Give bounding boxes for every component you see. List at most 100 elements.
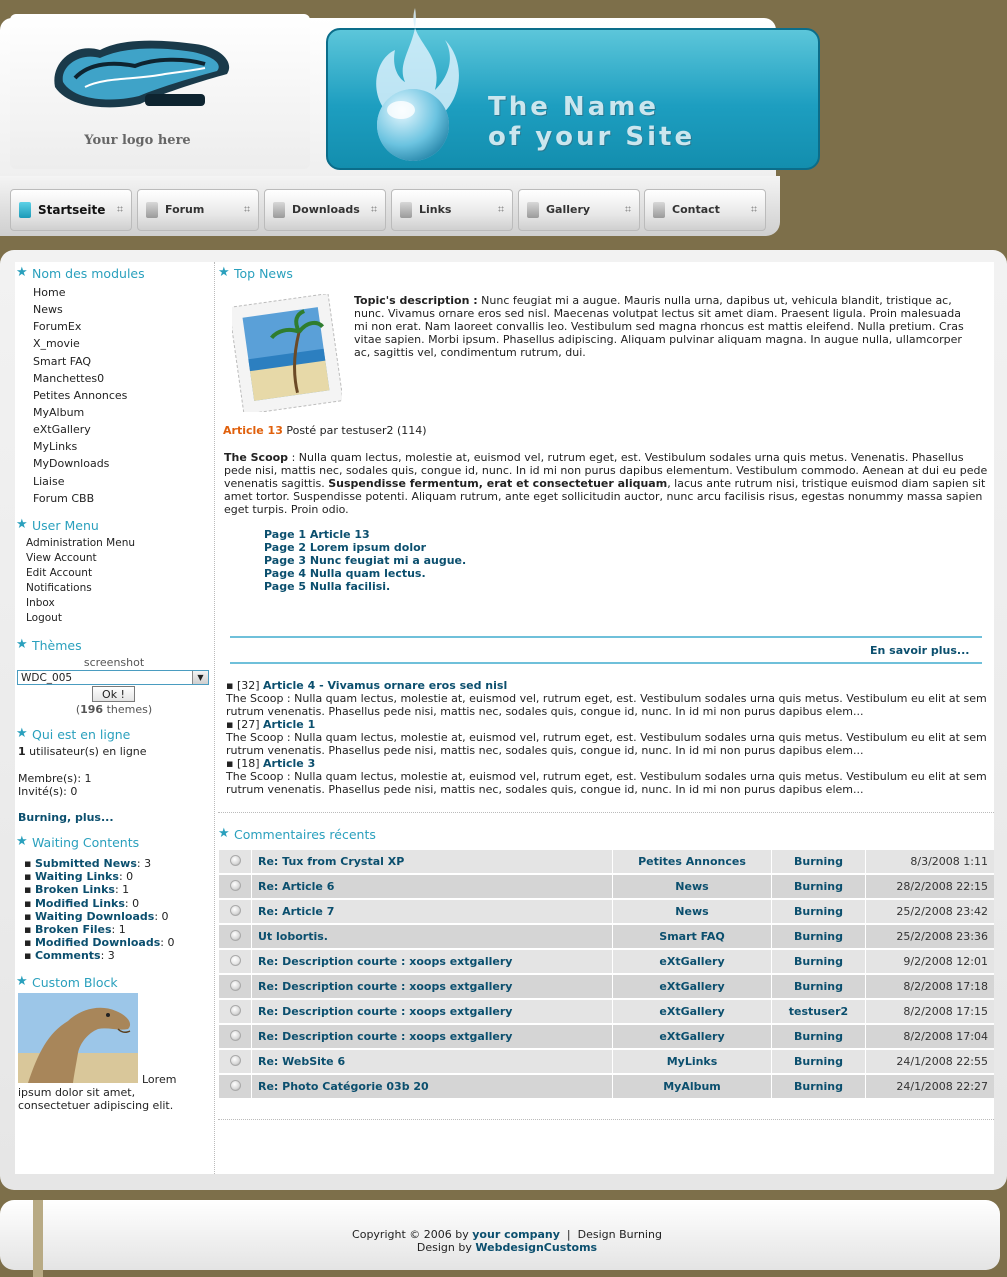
comment-user-link[interactable]: Burning [772,875,866,898]
article-page-link[interactable]: Page 3 Nunc feugiat mi a augue. [264,554,466,567]
nav-tab-contact[interactable]: Contact [644,189,766,231]
top-news-title: ★ Top News [218,265,293,281]
list-item: ▪ [32] Article 4 - Vivamus ornare eros s… [226,679,508,692]
comment-user-link[interactable]: Burning [772,1075,866,1098]
comment-title-link[interactable]: Re: Description courte : xoops extgaller… [252,1000,613,1023]
table-row: Re: Article 6 News Burning 28/2/2008 22:… [219,875,994,898]
chevron-down-icon[interactable]: ▼ [192,671,208,684]
module-link-home[interactable]: Home [33,286,65,299]
theme-ok-button[interactable]: Ok ! [92,686,135,702]
read-more-link[interactable]: En savoir plus... [870,644,969,657]
comment-user-link[interactable]: Burning [772,1025,866,1048]
comment-user-link[interactable]: Burning [772,925,866,948]
waiting-link[interactable]: Waiting Links [35,870,119,883]
module-link-petites-annonces[interactable]: Petites Annonces [33,389,127,402]
comments-title: ★ Commentaires récents [218,826,376,842]
list-item: ▪ Broken Files: 1 [24,923,126,936]
comment-module-link[interactable]: eXtGallery [613,975,772,998]
comment-date: 8/2/2008 17:15 [866,1000,994,1023]
article-page-link[interactable]: Page 4 Nulla quam lectus. [264,567,426,580]
module-link-manchettes[interactable]: Manchettes0 [33,372,104,385]
comment-user-link[interactable]: Burning [772,850,866,873]
other-news-link[interactable]: Article 1 [263,718,315,731]
comment-module-link[interactable]: Smart FAQ [613,925,772,948]
comment-title-link[interactable]: Re: Description courte : xoops extgaller… [252,950,613,973]
comment-date: 8/2/2008 17:04 [866,1025,994,1048]
footer-webdesign-link[interactable]: WebdesignCustoms [475,1241,597,1254]
comment-user-link[interactable]: Burning [772,975,866,998]
comment-user-link[interactable]: Burning [772,900,866,923]
user-menu-view-account[interactable]: View Account [26,552,97,564]
waiting-link[interactable]: Broken Links [35,883,115,896]
article-page-link[interactable]: Page 1 Article 13 [264,528,370,541]
radio-icon [229,979,241,991]
waiting-link[interactable]: Modified Downloads [35,936,160,949]
other-news-link[interactable]: Article 3 [263,757,315,770]
module-link-forumex[interactable]: ForumEx [33,320,81,333]
waiting-title: ★ Waiting Contents [16,834,140,850]
comment-module-link[interactable]: News [613,900,772,923]
nav-tab-startseite[interactable]: Startseite [10,189,132,231]
user-menu-logout[interactable]: Logout [26,612,62,624]
user-menu-inbox[interactable]: Inbox [26,597,55,609]
comment-title-link[interactable]: Ut lobortis. [252,925,613,948]
comment-module-link[interactable]: eXtGallery [613,1025,772,1048]
comment-date: 25/2/2008 23:36 [866,925,994,948]
modules-block-title: ★ Nom des modules [16,265,145,281]
user-menu-admin[interactable]: Administration Menu [26,537,135,549]
radio-icon [229,879,241,891]
comment-title-link[interactable]: Re: Description courte : xoops extgaller… [252,1025,613,1048]
module-link-extgallery[interactable]: eXtGallery [33,423,91,436]
article-page-link[interactable]: Page 2 Lorem ipsum dolor [264,541,426,554]
comment-title-link[interactable]: Re: Photo Catégorie 03b 20 [252,1075,613,1098]
smiley-icon [229,954,241,966]
comment-module-link[interactable]: MyLinks [613,1050,772,1073]
comment-module-link[interactable]: MyAlbum [613,1075,772,1098]
module-link-x-movie[interactable]: X_movie [33,337,80,350]
comment-title-link[interactable]: Re: Article 7 [252,900,613,923]
waiting-link[interactable]: Broken Files [35,923,112,936]
waiting-link[interactable]: Comments [35,949,101,962]
comment-title-link[interactable]: Re: Description courte : xoops extgaller… [252,975,613,998]
comment-date: 25/2/2008 23:42 [866,900,994,923]
comment-user-link[interactable]: Burning [772,950,866,973]
module-link-smart-faq[interactable]: Smart FAQ [33,355,91,368]
module-link-liaise[interactable]: Liaise [33,475,64,488]
nav-tab-downloads[interactable]: Downloads [264,189,386,231]
user-menu-notifications[interactable]: Notifications [26,582,92,594]
comment-module-link[interactable]: eXtGallery [613,950,772,973]
comment-user-link[interactable]: testuser2 [772,1000,866,1023]
comment-title-link[interactable]: Re: WebSite 6 [252,1050,613,1073]
comment-title-link[interactable]: Re: Tux from Crystal XP [252,850,613,873]
table-row: Re: Photo Catégorie 03b 20 MyAlbum Burni… [219,1075,994,1098]
theme-select[interactable]: WDC_005 ▼ [17,670,209,685]
user-menu-edit-account[interactable]: Edit Account [26,567,92,579]
comment-module-link[interactable]: eXtGallery [613,1000,772,1023]
nav-tab-links[interactable]: Links [391,189,513,231]
comment-user-link[interactable]: Burning [772,1050,866,1073]
nav-tab-label: Startseite [38,203,106,217]
footer-company-link[interactable]: your company [472,1228,560,1241]
module-link-mydownloads[interactable]: MyDownloads [33,457,109,470]
waiting-link[interactable]: Modified Links [35,897,125,910]
article-title-link[interactable]: Article 13 [223,424,283,437]
other-news-link[interactable]: Article 4 - Vivamus ornare eros sed nisl [263,679,507,692]
comment-date: 9/2/2008 12:01 [866,950,994,973]
radio-icon [229,1079,241,1091]
read-more-top-rule [230,636,982,638]
nav-tab-gallery[interactable]: Gallery [518,189,640,231]
module-link-mylinks[interactable]: MyLinks [33,440,77,453]
article-page-link[interactable]: Page 5 Nulla facilisi. [264,580,390,593]
online-more-link[interactable]: Burning, plus... [18,811,114,824]
waiting-link[interactable]: Submitted News [35,857,137,870]
star-icon: ★ [16,517,28,532]
waiting-link[interactable]: Waiting Downloads [35,910,154,923]
module-link-forum-cbb[interactable]: Forum CBB [33,492,94,505]
comment-module-link[interactable]: News [613,875,772,898]
comment-date: 8/2/2008 17:18 [866,975,994,998]
comment-module-link[interactable]: Petites Annonces [613,850,772,873]
module-link-myalbum[interactable]: MyAlbum [33,406,84,419]
nav-tab-forum[interactable]: Forum [137,189,259,231]
comment-title-link[interactable]: Re: Article 6 [252,875,613,898]
module-link-news[interactable]: News [33,303,63,316]
